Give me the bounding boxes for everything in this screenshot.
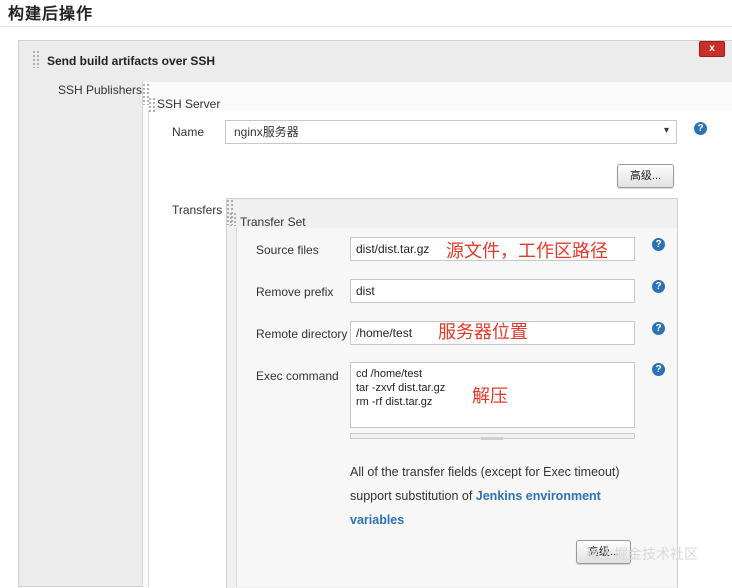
chevron-down-icon: ▾ <box>664 125 670 136</box>
drag-handle-transfer-set[interactable] <box>229 212 237 226</box>
watermark: 稀土掘金技术社区 <box>586 546 698 562</box>
substitution-info: All of the transfer fields (except for E… <box>350 460 650 532</box>
server-advanced-button[interactable]: 高级... <box>617 164 674 188</box>
transfer-set-title: Transfer Set <box>240 215 306 229</box>
source-files-label: Source files <box>256 243 319 257</box>
help-icon[interactable]: ? <box>652 280 665 293</box>
server-name-select[interactable]: nginx服务器 <box>225 120 677 144</box>
page-title: 构建后操作 <box>8 6 94 23</box>
remote-directory-annotation: 服务器位置 <box>438 322 528 343</box>
remote-directory-label: Remote directory <box>256 327 348 341</box>
step-title: Send build artifacts over SSH <box>47 54 216 68</box>
remove-prefix-input[interactable]: dist <box>350 279 635 303</box>
remove-prefix-label: Remove prefix <box>256 285 334 299</box>
help-icon[interactable]: ? <box>652 322 665 335</box>
help-icon[interactable]: ? <box>652 238 665 251</box>
source-files-annotation: 源文件，工作区路径 <box>446 241 608 262</box>
exec-command-label: Exec command <box>256 369 339 383</box>
transfers-label: Transfers <box>172 203 223 217</box>
ssh-server-label: SSH Server <box>157 97 221 111</box>
ssh-publishers-label: SSH Publishers <box>58 83 143 97</box>
exec-command-annotation: 解压 <box>472 386 508 407</box>
drag-handle-step[interactable] <box>32 50 40 68</box>
help-icon[interactable]: ? <box>694 122 707 135</box>
name-label: Name <box>172 125 205 139</box>
delete-step-button[interactable]: x <box>699 41 725 57</box>
title-divider <box>0 26 732 27</box>
resize-grip-icon[interactable] <box>481 437 503 440</box>
help-icon[interactable]: ? <box>652 363 665 376</box>
drag-handle-server[interactable] <box>148 97 156 113</box>
